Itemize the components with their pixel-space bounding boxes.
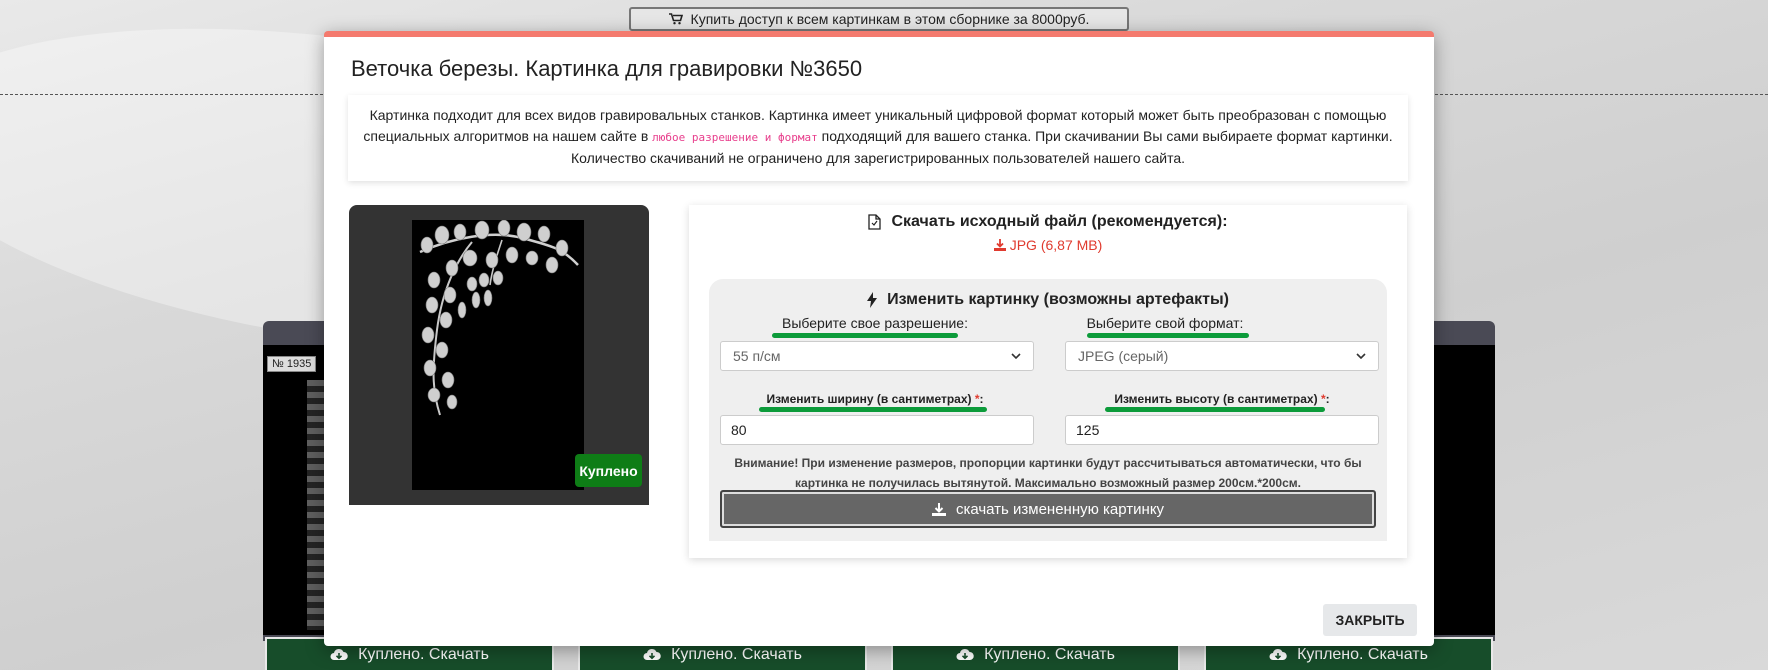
resolution-select[interactable]: 55 п/см [720,341,1034,371]
gallery-download-label: Куплено. Скачать [358,645,489,663]
modal-title: Веточка березы. Картинка для гравировки … [351,56,863,81]
gallery-thumbnail-art [307,380,325,630]
format-label-underline [1087,333,1249,338]
format-label: Выберите свой формат: [1086,315,1244,331]
image-modal: Веточка березы. Картинка для гравировки … [324,31,1434,646]
chevron-down-icon [1011,353,1021,359]
original-file-heading-row: Скачать исходный файл (рекомендуется): [689,213,1407,231]
buy-all-label: Купить доступ к всем картинкам в этом сб… [690,11,1090,27]
width-input[interactable]: 80 [720,415,1034,445]
download-card: Скачать исходный файл (рекомендуется): J… [689,205,1407,558]
height-label-underline [1105,407,1325,412]
height-input[interactable]: 125 [1065,415,1379,445]
label-colon: : [1325,392,1330,406]
purchased-badge: Куплено [575,454,642,487]
download-icon [993,239,1006,251]
height-label: Изменить высоту (в сантиметрах) *: [1065,392,1379,406]
modify-image-box: Изменить картинку (возможны артефакты) В… [709,279,1387,541]
gallery-download-label: Куплено. Скачать [984,645,1115,663]
description-box: Картинка подходит для всех видов гравиро… [348,95,1408,181]
cloud-download-icon [330,648,348,662]
resolution-label-underline [772,333,958,338]
gallery-number-badge: № 1935 [267,356,317,372]
height-label-text: Изменить высоту (в сантиметрах) [1114,392,1318,406]
download-modified-label: скачать измененную картинку [955,500,1165,518]
width-label-underline [759,407,987,412]
resize-warning: Внимание! При изменение размеров, пропор… [734,456,1362,490]
original-file-label: JPG (6,87 MB) [1009,237,1103,253]
cloud-download-icon [956,648,974,662]
format-select-value: JPEG (серый) [1078,348,1169,364]
cloud-download-icon [643,648,661,662]
cloud-download-icon [1269,648,1287,662]
buy-all-button[interactable]: Купить доступ к всем картинкам в этом сб… [629,7,1129,31]
chevron-down-icon [1356,353,1366,359]
download-modified-button[interactable]: скачать измененную картинку [720,490,1376,528]
gallery-download-label: Куплено. Скачать [1297,645,1428,663]
width-label: Изменить ширину (в сантиметрах) *: [735,392,1015,406]
birch-branch-preview-image [412,220,584,490]
label-colon: : [979,392,984,406]
bolt-icon [867,292,878,308]
gallery-download-label: Куплено. Скачать [671,645,802,663]
modify-heading: Изменить картинку (возможны артефакты) [887,291,1229,308]
modify-heading-row: Изменить картинку (возможны артефакты) [709,291,1387,309]
close-button[interactable]: ЗАКРЫТЬ [1323,604,1417,636]
download-icon [931,502,946,516]
preview-panel: Куплено [349,205,649,505]
any-format-link[interactable]: любое разрешение и формат [652,131,818,144]
resolution-select-value: 55 п/см [733,348,781,364]
cart-icon [668,13,683,25]
original-file-link[interactable]: JPG (6,87 MB) [689,237,1407,253]
resolution-label: Выберите свое разрешение: [782,315,968,331]
format-select[interactable]: JPEG (серый) [1065,341,1379,371]
file-icon [868,214,882,230]
original-file-heading: Скачать исходный файл (рекомендуется): [891,213,1228,230]
width-label-text: Изменить ширину (в сантиметрах) [766,392,972,406]
